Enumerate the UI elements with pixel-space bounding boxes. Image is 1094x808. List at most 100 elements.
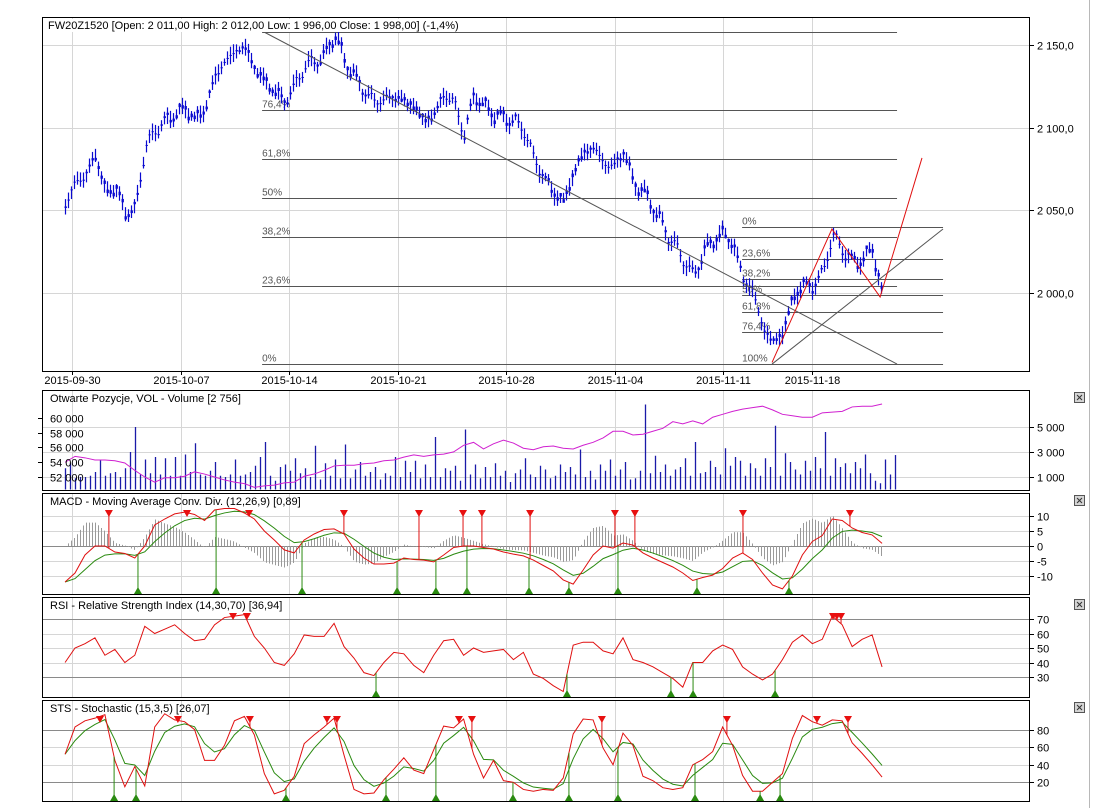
macd-sell-arrow-icon	[104, 510, 113, 517]
price-bar-body	[580, 156, 583, 160]
y-tick-label: -5	[1037, 557, 1047, 569]
macd-buy-arrow-icon	[431, 587, 440, 594]
price-bar-body	[652, 210, 655, 214]
price-bar-body	[409, 101, 412, 105]
price-bar-body	[523, 136, 526, 138]
price-bar-body	[352, 69, 355, 73]
price-bar-body	[445, 98, 448, 100]
price-bar-body	[757, 311, 760, 313]
price-bar-body	[760, 322, 763, 324]
price-bar-body	[661, 219, 664, 223]
price-bar-body	[595, 149, 598, 152]
price-bar-body	[439, 97, 442, 99]
price-bar-body	[304, 68, 307, 70]
price-bar-body	[712, 244, 715, 249]
price-bar-body	[154, 133, 157, 135]
close-sts-panel-button[interactable]	[1074, 702, 1085, 713]
price-bar-body	[769, 338, 772, 341]
y-tick-label: 5 000	[1037, 423, 1065, 435]
price-bar-body	[79, 180, 82, 182]
y-tick-label: 0	[1037, 542, 1043, 554]
rsi-buy-arrow-icon	[372, 690, 381, 697]
price-bar-body	[496, 111, 499, 115]
price-bar-body	[205, 106, 208, 110]
price-bar-body	[166, 112, 169, 115]
window-scrollbar-edge[interactable]	[1089, 0, 1090, 808]
price-bar-body	[184, 106, 187, 110]
price-bar-body	[535, 163, 538, 165]
macd-buy-arrow-icon	[462, 587, 471, 594]
price-bar-body	[532, 152, 535, 154]
close-rsi-panel-button[interactable]	[1074, 599, 1085, 610]
sts-buy-arrow-icon	[281, 794, 290, 801]
close-macd-panel-button[interactable]	[1074, 495, 1085, 506]
price-bar-body	[160, 124, 163, 126]
price-bar-body	[562, 199, 565, 203]
price-bar-body	[541, 174, 544, 176]
close-volume-panel-button[interactable]	[1074, 392, 1085, 403]
price-bar-body	[664, 230, 667, 233]
price-bar-body	[634, 183, 637, 187]
macd-sell-arrow-icon	[339, 510, 348, 517]
price-bar-body	[754, 299, 757, 301]
price-bar-body	[826, 259, 829, 261]
price-bar-body	[328, 41, 331, 46]
price-bar-body	[259, 71, 262, 76]
price-bar-body	[484, 97, 487, 102]
price-bar-body	[406, 102, 409, 107]
price-bar-body	[340, 42, 343, 46]
y-tick-label: 40	[1037, 761, 1049, 773]
price-bar-body	[694, 271, 697, 274]
price-bar-body	[655, 214, 658, 218]
macd-sell-arrow-icon	[414, 510, 423, 517]
price-bar-body	[610, 164, 613, 166]
price-bar-body	[226, 57, 229, 59]
y-tick-label: 2 150,0	[1037, 41, 1074, 53]
price-bar-body	[478, 102, 481, 107]
price-bar-body	[127, 214, 130, 218]
price-bar-body	[550, 189, 553, 193]
price-bar-body	[511, 120, 514, 123]
price-bar-body	[460, 130, 463, 132]
price-bar-body	[592, 147, 595, 150]
price-bar-body	[73, 181, 76, 183]
sts-buy-arrow-icon	[110, 794, 119, 801]
price-bar-body	[724, 234, 727, 239]
x-tick-label: 2015-11-11	[696, 375, 751, 387]
price-panel-title: FW20Z1520 [Open: 2 011,00 High: 2 012,00…	[48, 20, 459, 32]
price-bar-body	[172, 118, 175, 122]
price-bar-body	[106, 189, 109, 194]
price-bar-body	[493, 120, 496, 125]
price-bar-body	[181, 105, 184, 109]
x-tick-label: 2015-10-21	[370, 375, 426, 387]
price-bar-body	[232, 53, 235, 55]
price-bar-body	[247, 50, 250, 53]
price-bar-body	[877, 273, 880, 277]
sts-buy-arrow-icon	[132, 794, 141, 801]
price-bar-body	[505, 122, 508, 126]
price-bar-body	[451, 97, 454, 99]
price-bar-body	[820, 267, 823, 270]
price-bar-body	[454, 101, 457, 103]
y-tick-label: -10	[1037, 572, 1053, 584]
price-bar-body	[322, 50, 325, 54]
price-bar-body	[238, 50, 241, 52]
price-panel-frame	[42, 17, 1030, 372]
y-tick-label: 30	[1037, 673, 1049, 685]
price-bar-body	[685, 266, 688, 268]
sts-sell-arrow-icon	[722, 716, 731, 723]
price-bar-body	[142, 164, 145, 167]
price-bar-body	[487, 107, 490, 111]
sts-sell-arrow-icon	[454, 716, 463, 723]
price-bar-body	[199, 114, 202, 118]
price-bar-body	[574, 167, 577, 172]
x-tick-label: 2015-10-14	[261, 375, 317, 387]
price-bar-body	[109, 190, 112, 194]
oi-tick-label: 58 000	[50, 429, 84, 441]
price-bar-body	[397, 95, 400, 99]
price-bar-body	[202, 111, 205, 115]
price-bar-body	[211, 82, 214, 85]
price-bar-body	[88, 164, 91, 167]
price-bar-body	[679, 255, 682, 257]
price-bar-body	[571, 173, 574, 178]
